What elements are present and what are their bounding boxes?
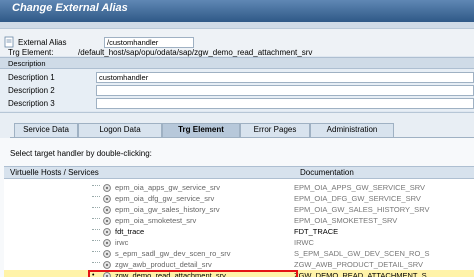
tree-connector — [92, 218, 100, 219]
service-node-icon — [103, 206, 111, 214]
table-row[interactable]: epm_oia_smoketest_srv EPM_OIA_SMOKETEST_S… — [4, 215, 474, 226]
service-documentation: EPM_OIA_APPS_GW_SERVICE_SRV — [294, 183, 426, 192]
service-node-icon — [103, 250, 111, 258]
tab-administration[interactable]: Administration — [310, 123, 394, 137]
service-name: epm_oia_gw_sales_history_srv — [115, 205, 220, 214]
service-documentation: ZGW_AWB_PRODUCT_DETAIL_SRV — [294, 260, 424, 269]
tab-trg-element[interactable]: Trg Element — [162, 123, 240, 137]
tree-connector — [92, 207, 100, 208]
service-name: epm_oia_dfg_gw_service_srv — [115, 194, 215, 203]
tab-panel: Select target handler by double-clicking… — [0, 138, 474, 277]
column-header-hosts: Virtuelle Hosts / Services — [10, 168, 99, 177]
handler-table: Virtuelle Hosts / Services Documentation… — [4, 166, 474, 277]
tree-connector — [92, 185, 100, 186]
service-documentation: ZGW_DEMO_READ_ATTACHMENT_S — [294, 271, 427, 277]
service-node-icon — [103, 217, 111, 225]
service-node-icon — [103, 239, 111, 247]
table-row[interactable]: irwc IRWC — [4, 237, 474, 248]
description-1-field[interactable]: customhandler — [96, 72, 474, 83]
service-documentation: EPM_OIA_DFG_GW_SERVICE_SRV — [294, 194, 421, 203]
table-row[interactable]: s_epm_sadl_gw_dev_scen_ro_srv S_EPM_SADL_… — [4, 248, 474, 259]
page-icon — [4, 36, 14, 48]
service-name: epm_oia_smoketest_srv — [115, 216, 197, 225]
trg-element-path: /default_host/sap/opu/odata/sap/zgw_demo… — [78, 48, 313, 57]
service-documentation: S_EPM_SADL_GW_DEV_SCEN_RO_S — [294, 249, 430, 258]
tree-connector — [92, 251, 100, 252]
tab-service-data[interactable]: Service Data — [14, 123, 78, 137]
tree-connector — [92, 196, 100, 197]
tab-error-pages[interactable]: Error Pages — [240, 123, 310, 137]
description-header: Description — [0, 57, 474, 69]
tab-logon-data[interactable]: Logon Data — [78, 123, 162, 137]
service-name: fdt_trace — [115, 227, 145, 236]
tree-connector — [92, 229, 100, 230]
service-documentation: EPM_OIA_SMOKETEST_SRV — [294, 216, 398, 225]
alias-header: External Alias /customhandler Trg Elemen… — [0, 22, 474, 57]
highlight-box — [88, 270, 298, 277]
service-node-icon — [103, 261, 111, 269]
title-bar: Change External Alias — [0, 0, 474, 22]
description-title: Description — [8, 59, 46, 68]
service-documentation: EPM_OIA_GW_SALES_HISTORY_SRV — [294, 205, 430, 214]
tree-connector — [92, 240, 100, 241]
description-3-field[interactable] — [96, 98, 474, 109]
trg-element-label: Trg Element: — [8, 48, 54, 57]
description-2-field[interactable] — [96, 85, 474, 96]
tree-connector — [92, 262, 100, 263]
service-name: irwc — [115, 238, 129, 247]
window-title: Change External Alias — [12, 2, 128, 14]
service-name: s_epm_sadl_gw_dev_scen_ro_srv — [115, 249, 231, 258]
service-name: epm_oia_apps_gw_service_srv — [115, 183, 221, 192]
column-header-documentation: Documentation — [300, 168, 354, 177]
description-3-label: Description 3 — [8, 99, 55, 108]
tabs-section: Service Data Logon Data Trg Element Erro… — [0, 112, 474, 277]
service-node-icon — [103, 228, 111, 236]
external-alias-label: External Alias — [18, 38, 67, 47]
service-node-icon — [103, 195, 111, 203]
select-handler-hint: Select target handler by double-clicking… — [10, 149, 152, 158]
table-row[interactable]: fdt_trace FDT_TRACE — [4, 226, 474, 237]
service-node-icon — [103, 184, 111, 192]
table-row[interactable]: epm_oia_dfg_gw_service_srv EPM_OIA_DFG_GW… — [4, 193, 474, 204]
service-documentation: IRWC — [294, 238, 314, 247]
table-row[interactable]: epm_oia_gw_sales_history_srv EPM_OIA_GW_S… — [4, 204, 474, 215]
service-name: zgw_awb_product_detail_srv — [115, 260, 212, 269]
table-row[interactable]: zgw_awb_product_detail_srv ZGW_AWB_PRODUC… — [4, 259, 474, 270]
description-1-label: Description 1 — [8, 73, 55, 82]
external-alias-field[interactable]: /customhandler — [104, 37, 194, 48]
table-header: Virtuelle Hosts / Services Documentation — [4, 167, 474, 179]
toolbar-strip — [0, 22, 474, 29]
description-section: Description Description 1 customhandler … — [0, 57, 474, 111]
description-2-label: Description 2 — [8, 86, 55, 95]
service-documentation: FDT_TRACE — [294, 227, 339, 236]
table-row[interactable]: epm_oia_apps_gw_service_srv EPM_OIA_APPS_… — [4, 182, 474, 193]
